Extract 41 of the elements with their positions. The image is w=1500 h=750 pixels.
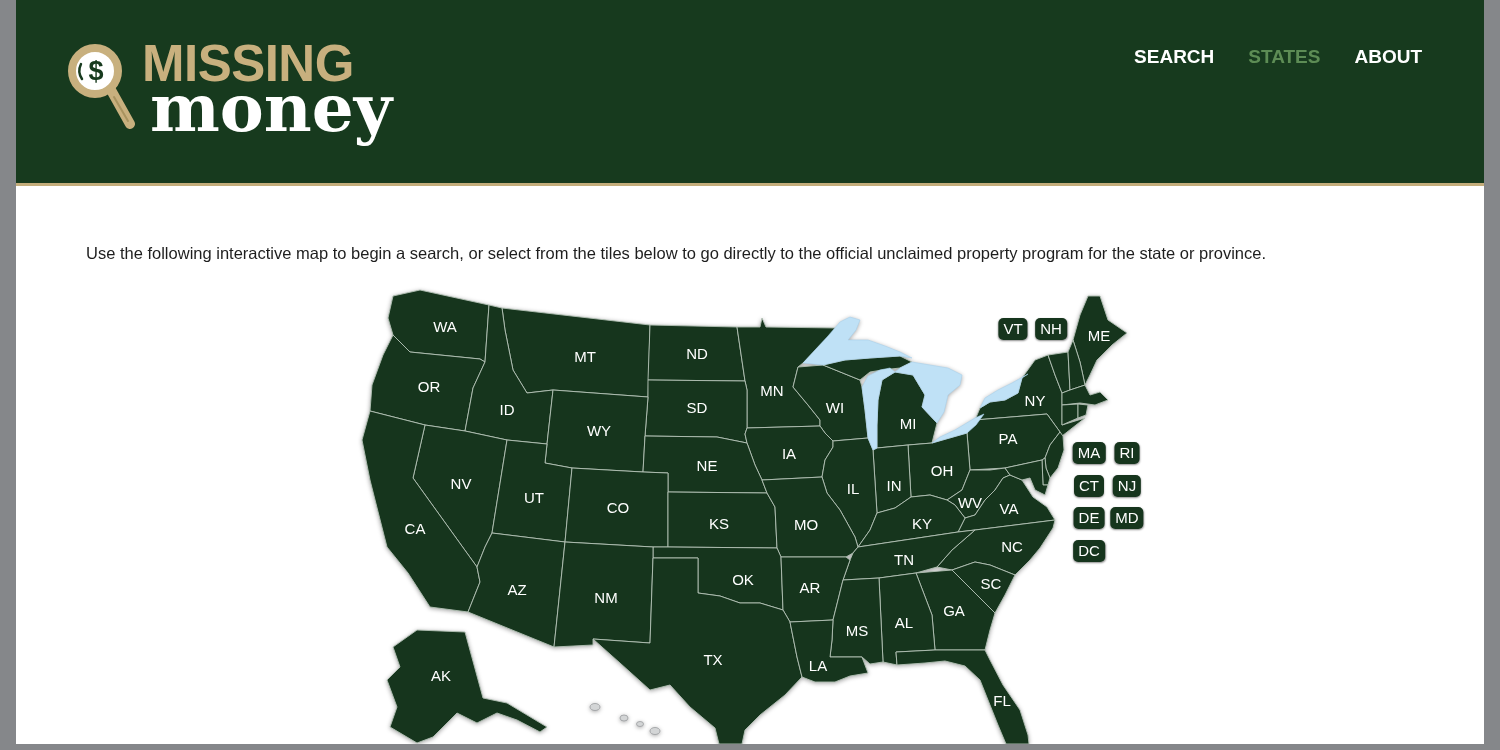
state-region[interactable]: UT [491,439,573,543]
state-region[interactable] [1077,403,1089,419]
state-region[interactable]: IA [744,425,834,481]
state-region[interactable]: NC [936,519,1056,576]
logo-text: MISSING [142,44,355,85]
state-tile[interactable]: MD [1110,507,1144,529]
state-region[interactable]: MS [829,577,884,665]
dollar-sign: $ [88,57,104,85]
magnifier-icon [68,44,136,130]
state-region[interactable]: AZ [467,532,566,648]
state-region[interactable]: ND [647,324,746,382]
state-tile[interactable]: NH [1035,318,1067,340]
state-tile[interactable]: RI [1114,442,1140,464]
state-region[interactable]: NE [642,435,768,494]
nav-link[interactable]: ABOUT [1354,47,1422,67]
state-region[interactable]: PA [966,413,1061,471]
state-region[interactable]: WI [792,364,869,442]
state-region[interactable]: TN [842,529,976,581]
intro-text: Use the following interactive map to begin a search, or select from the tiles below to go directly to the official unclaimed property program for the state or province. [86,243,1268,264]
state-tile[interactable]: CT [1074,475,1104,497]
state-region[interactable]: FL [895,649,1030,744]
state-tile[interactable]: NJ [1112,475,1142,497]
state-tile[interactable]: VT [998,318,1028,340]
state-region[interactable]: AK [386,629,548,744]
state-region[interactable]: NM [553,541,654,648]
state-tile[interactable]: DC [1073,540,1105,562]
state-region[interactable]: WA [387,289,490,363]
state-region[interactable]: OK [652,546,784,611]
state-region[interactable]: IN [872,444,912,514]
state-region[interactable] [1004,459,1049,496]
state-region[interactable]: OR [369,334,486,432]
state-tile[interactable]: MA [1072,442,1106,464]
nav-link[interactable]: SEARCH [1134,47,1215,67]
state-region[interactable]: KS [667,491,778,549]
state-region[interactable] [1067,339,1086,391]
state-region[interactable]: AR [780,556,851,623]
state-region[interactable]: ID [464,304,554,445]
state-region[interactable]: WY [544,389,649,473]
state-tile[interactable]: DE [1073,507,1105,529]
state-region[interactable]: AL [878,572,936,666]
logo-text: money [150,84,393,149]
